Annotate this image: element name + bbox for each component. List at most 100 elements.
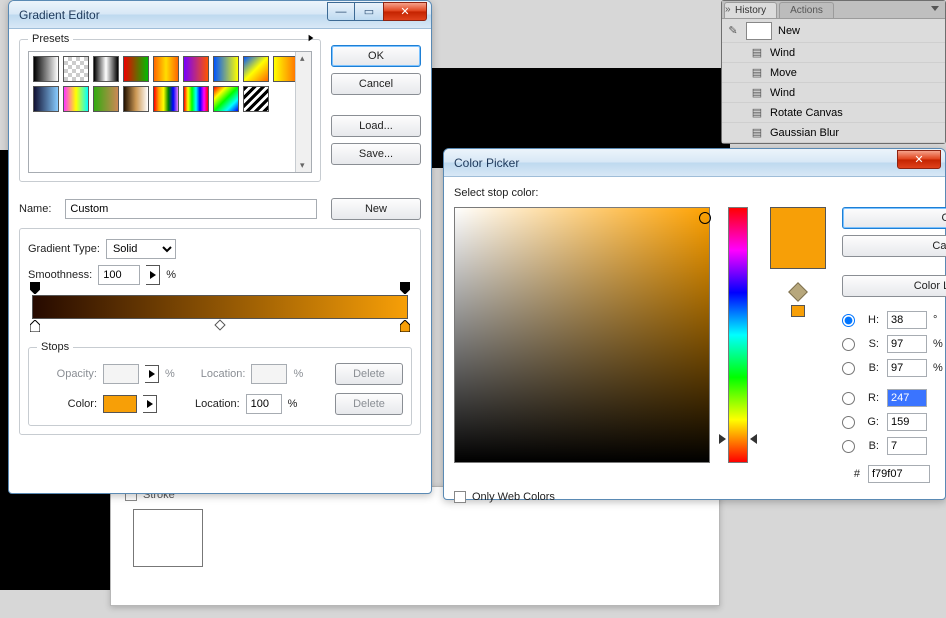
history-item[interactable]: ▤ Gaussian Blur [722,123,945,143]
radio-r[interactable] [842,392,855,405]
save-button[interactable]: Save... [331,143,421,165]
history-item[interactable]: ▤ Move [722,63,945,83]
ok-button[interactable]: OK [842,207,946,229]
delete-opacity-stop-button: Delete [335,363,403,385]
history-doc-label: New [778,25,800,37]
preset-swatch[interactable] [33,56,59,82]
preset-swatch[interactable] [63,56,89,82]
close-button[interactable]: ✕ [897,150,941,169]
radio-rgb-b[interactable] [842,440,855,453]
stop-color-flyout[interactable] [143,395,157,413]
color-libraries-button[interactable]: Color Libraries [842,275,946,297]
history-item[interactable]: ▤ Wind [722,83,945,103]
location2-label: Location: [195,398,240,410]
history-item[interactable]: ▤ Rotate Canvas [722,103,945,123]
name-input[interactable] [65,199,317,219]
ok-button[interactable]: OK [331,45,421,67]
radio-h[interactable] [842,314,855,327]
history-document-row[interactable]: ✎ New [722,19,945,43]
maximize-button[interactable]: ▭ [355,2,383,21]
preset-swatch[interactable] [243,56,269,82]
step-icon: ▤ [750,106,764,120]
history-item[interactable]: ▤ Wind [722,43,945,63]
location1-label: Location: [201,368,246,380]
opacity-stop-left[interactable] [30,282,40,294]
smoothness-input[interactable] [98,265,140,285]
stroke-swatch[interactable] [133,509,203,567]
s-input[interactable] [887,335,927,353]
preset-swatch[interactable] [213,86,239,112]
hue-pointer[interactable] [750,434,757,444]
new-button[interactable]: New [331,198,421,220]
preset-swatch[interactable] [183,86,209,112]
step-icon: ▤ [750,86,764,100]
panel-menu-button[interactable] [929,3,941,15]
history-item-label: Gaussian Blur [770,127,839,139]
stop-color-chip[interactable] [103,395,137,413]
color-preview[interactable] [770,207,826,269]
preset-swatch[interactable] [153,56,179,82]
tab-actions[interactable]: Actions [779,2,834,18]
location1-input [251,364,287,384]
cancel-button[interactable]: Cancel [842,235,946,257]
radio-s[interactable] [842,338,855,351]
color-stop-left[interactable] [30,320,40,332]
only-web-colors-checkbox[interactable] [454,491,466,503]
color-stop-right[interactable] [400,320,410,332]
load-button[interactable]: Load... [331,115,421,137]
step-icon: ▤ [750,46,764,60]
rgb-b-input[interactable] [887,437,927,455]
history-panel: History Actions ✎ New ▤ Wind ▤ Move ▤ Wi… [721,0,946,144]
radio-b[interactable] [842,362,855,375]
h-input[interactable] [887,311,927,329]
cancel-button[interactable]: Cancel [331,73,421,95]
history-item-label: Wind [770,47,795,59]
location1-unit: % [293,368,303,380]
only-web-colors-label: Only Web Colors [472,491,555,503]
gamut-warning-chip[interactable] [791,305,805,317]
close-button[interactable]: ✕ [383,2,427,21]
preset-swatch[interactable] [93,56,119,82]
smoothness-flyout[interactable] [146,265,160,285]
midpoint-marker[interactable] [215,319,226,330]
opacity-unit: % [165,368,175,380]
hue-slider[interactable] [728,207,748,463]
opacity-stop-right[interactable] [400,282,410,294]
preset-swatch[interactable] [153,86,179,112]
preset-swatch[interactable] [93,86,119,112]
r-input[interactable] [887,389,927,407]
hex-input[interactable] [868,465,930,483]
minimize-button[interactable]: — [327,2,355,21]
color-label: Color: [37,398,97,410]
presets-list[interactable] [28,51,312,173]
preset-swatch[interactable] [183,56,209,82]
gradient-bar[interactable] [32,295,408,319]
gradient-editor-window: Gradient Editor — ▭ ✕ Presets [8,0,432,494]
bv-input[interactable] [887,359,927,377]
gamut-warning-icon[interactable] [788,282,808,302]
preset-swatch[interactable] [123,56,149,82]
panel-collapse-button[interactable] [725,3,737,15]
hue-pointer[interactable] [719,434,726,444]
location2-input[interactable] [246,394,282,414]
window-title: Gradient Editor [19,8,327,22]
preset-swatch[interactable] [63,86,89,112]
opacity-flyout [145,365,159,383]
saturation-value-field[interactable] [454,207,710,463]
window-title: Color Picker [454,156,897,170]
preset-swatch[interactable] [243,86,269,112]
g-input[interactable] [887,413,927,431]
titlebar[interactable]: Color Picker ✕ [444,149,945,177]
preset-swatch[interactable] [33,86,59,112]
sv-cursor[interactable] [699,212,711,224]
color-picker-window: Color Picker ✕ Select stop color: [443,148,946,500]
titlebar[interactable]: Gradient Editor — ▭ ✕ [9,1,431,29]
gradient-type-select[interactable]: Solid [106,239,176,259]
step-icon: ▤ [750,66,764,80]
presets-flyout-button[interactable] [308,33,314,45]
preset-swatch[interactable] [123,86,149,112]
presets-scrollbar[interactable] [295,52,311,172]
preset-swatch[interactable] [213,56,239,82]
prompt-label: Select stop color: [454,187,935,199]
radio-g[interactable] [842,416,855,429]
